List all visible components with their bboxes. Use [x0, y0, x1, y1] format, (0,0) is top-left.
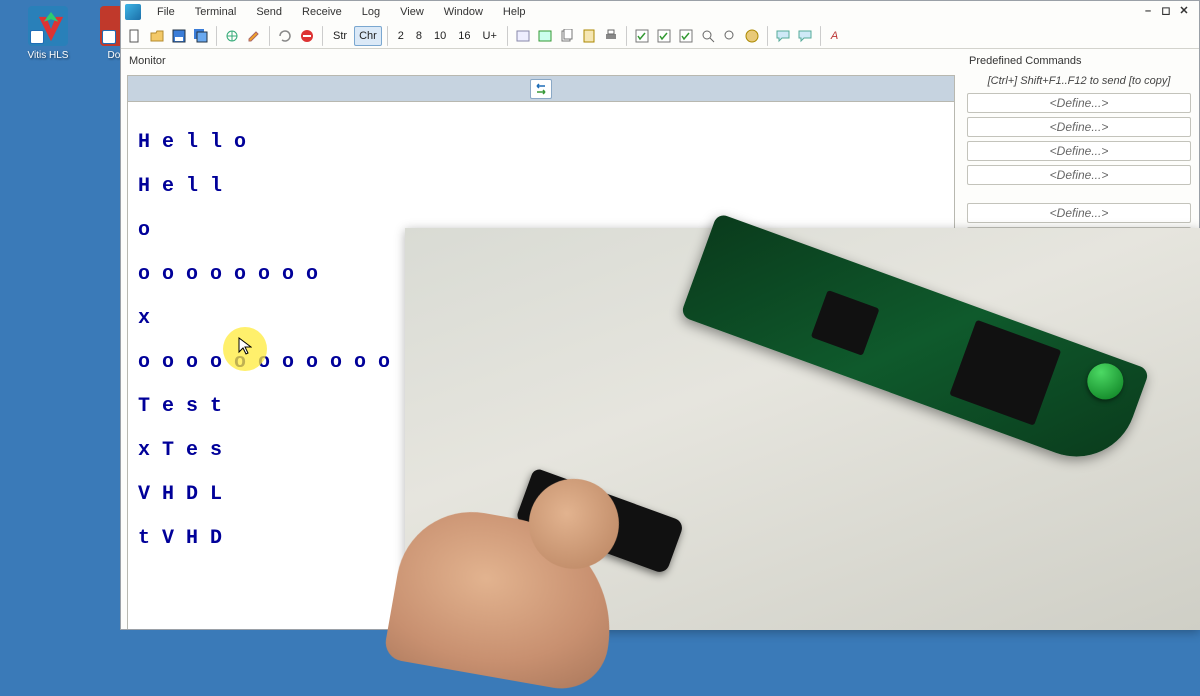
secondary-chip	[811, 290, 880, 356]
toolbar-separator	[626, 26, 627, 46]
predef-button[interactable]: <Define...>	[967, 141, 1191, 161]
swap-button[interactable]	[530, 79, 552, 99]
app-logo-icon	[125, 4, 141, 20]
cursor-icon	[238, 337, 252, 355]
edit-icon[interactable]	[244, 26, 264, 46]
predef-button[interactable]: <Define...>	[967, 203, 1191, 223]
mode-chr-button[interactable]: Chr	[354, 26, 382, 46]
predef-button[interactable]: <Define...>	[967, 165, 1191, 185]
save-all-icon[interactable]	[191, 26, 211, 46]
vitis-icon	[28, 6, 68, 46]
menu-window[interactable]: Window	[434, 4, 493, 20]
monitor-topbar	[128, 76, 954, 102]
radix-8-button[interactable]: 8	[411, 26, 427, 46]
task-b-icon[interactable]	[654, 26, 674, 46]
menu-file[interactable]: File	[147, 4, 185, 20]
globe-icon[interactable]	[742, 26, 762, 46]
radix-10-button[interactable]: 10	[429, 26, 451, 46]
unicode-button[interactable]: U+	[478, 26, 502, 46]
toolbar-separator	[322, 26, 323, 46]
toolbar-separator	[767, 26, 768, 46]
chat-icon[interactable]	[773, 26, 793, 46]
font-a-button[interactable]: A	[826, 26, 843, 46]
print-icon[interactable]	[601, 26, 621, 46]
monitor-title: Monitor	[127, 53, 955, 71]
toolbar-separator	[387, 26, 388, 46]
radix-2-button[interactable]: 2	[393, 26, 409, 46]
chat2-icon[interactable]	[795, 26, 815, 46]
tool-a-icon[interactable]	[513, 26, 533, 46]
new-icon[interactable]	[125, 26, 145, 46]
toolbar-separator	[269, 26, 270, 46]
toolbar-separator	[216, 26, 217, 46]
minimize-button[interactable]: –	[1141, 5, 1155, 19]
toolbar: Str Chr 2 8 10 16 U+ A	[121, 23, 1199, 49]
menu-receive[interactable]: Receive	[292, 4, 352, 20]
menu-terminal[interactable]: Terminal	[185, 4, 247, 20]
mode-str-button[interactable]: Str	[328, 26, 352, 46]
predef-hint: [Ctrl+] Shift+F1..F12 to send [to copy]	[967, 75, 1191, 87]
task-a-icon[interactable]	[632, 26, 652, 46]
fpga-chip	[949, 320, 1061, 426]
task-c-icon[interactable]	[676, 26, 696, 46]
desktop-icon-vitis[interactable]: Vitis HLS	[18, 6, 78, 61]
terminal-line: H e l l	[138, 176, 944, 198]
zoom-icon[interactable]	[720, 26, 740, 46]
green-button-cap	[1082, 358, 1128, 404]
hand-fingers	[383, 500, 627, 696]
pcb-board	[680, 213, 1150, 474]
toolbar-separator	[507, 26, 508, 46]
menu-help[interactable]: Help	[493, 4, 536, 20]
save-icon[interactable]	[169, 26, 189, 46]
hardware-photo-overlay	[405, 228, 1200, 630]
refresh-icon[interactable]	[275, 26, 295, 46]
menu-log[interactable]: Log	[352, 4, 390, 20]
close-button[interactable]: ✕	[1177, 5, 1191, 19]
terminal-line: H e l l o	[138, 132, 944, 154]
menu-send[interactable]: Send	[246, 4, 292, 20]
predef-button[interactable]: <Define...>	[967, 117, 1191, 137]
toolbar-separator	[820, 26, 821, 46]
connect-icon[interactable]	[222, 26, 242, 46]
tool-b-icon[interactable]	[535, 26, 555, 46]
search-icon[interactable]	[698, 26, 718, 46]
copy-icon[interactable]	[557, 26, 577, 46]
paste-icon[interactable]	[579, 26, 599, 46]
predef-title: Predefined Commands	[967, 53, 1191, 71]
menu-view[interactable]: View	[390, 4, 434, 20]
maximize-button[interactable]: ◻	[1159, 5, 1173, 19]
radix-16-button[interactable]: 16	[453, 26, 475, 46]
menubar: File Terminal Send Receive Log View Wind…	[121, 1, 1199, 23]
predef-button[interactable]: <Define...>	[967, 93, 1191, 113]
stop-icon[interactable]	[297, 26, 317, 46]
desktop-icon-label: Vitis HLS	[18, 50, 78, 61]
open-icon[interactable]	[147, 26, 167, 46]
